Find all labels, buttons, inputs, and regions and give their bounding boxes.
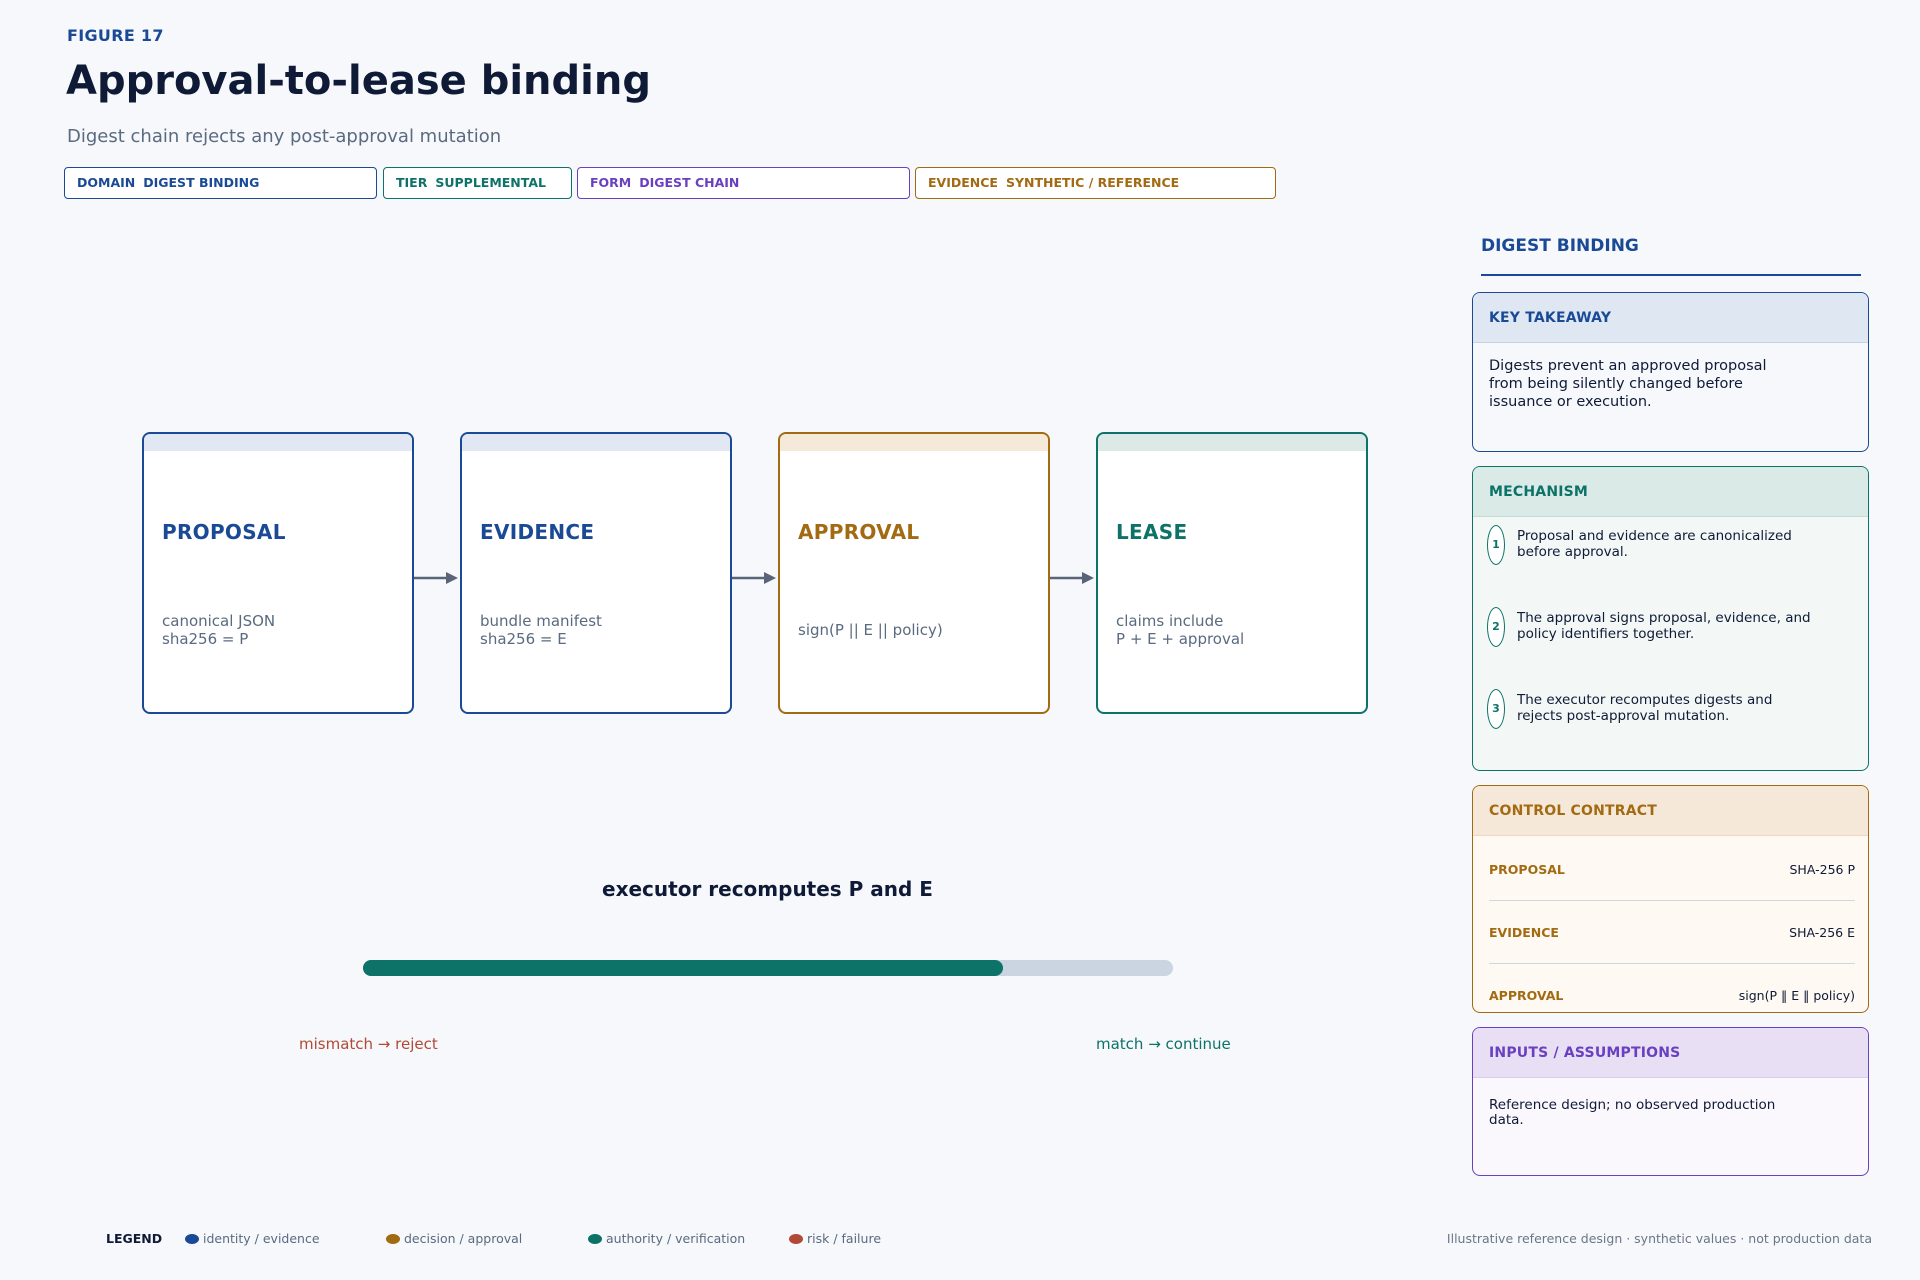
inputs-assumptions-box: INPUTS / ASSUMPTIONS Reference design; n… <box>1472 1027 1869 1176</box>
match-label: match → continue <box>1096 1035 1231 1053</box>
mismatch-label: mismatch → reject <box>299 1035 438 1053</box>
panel-divider <box>1481 274 1861 276</box>
box-title: KEY TAKEAWAY <box>1473 293 1868 343</box>
legend-dot-icon <box>185 1234 199 1244</box>
verification-progress-track <box>363 960 1173 976</box>
legend-title: LEGEND <box>106 1231 163 1246</box>
step-text: The approval signs proposal, evidence, a… <box>1517 610 1811 642</box>
footer-note: Illustrative reference design · syntheti… <box>1446 1231 1872 1246</box>
contract-row: APPROVAL sign(P ‖ E ‖ policy) <box>1489 988 1855 1008</box>
verification-progress-fill <box>363 960 1003 976</box>
contract-value: SHA-256 E <box>1789 925 1855 940</box>
legend-label: identity / evidence <box>203 1231 320 1246</box>
legend-label: risk / failure <box>807 1231 882 1246</box>
step-number-badge: 2 <box>1487 607 1505 647</box>
legend-label: authority / verification <box>606 1231 746 1246</box>
arrow-head-icon <box>1082 572 1094 584</box>
row-divider <box>1489 900 1855 901</box>
box-title: MECHANISM <box>1473 467 1868 517</box>
legend-dot-icon <box>386 1234 400 1244</box>
step-text: The executor recomputes digests and reje… <box>1517 692 1773 724</box>
step-text: Proposal and evidence are canonicalized … <box>1517 528 1792 560</box>
legend-label: decision / approval <box>404 1231 523 1246</box>
contract-value: SHA-256 P <box>1789 862 1856 877</box>
box-title: CONTROL CONTRACT <box>1473 786 1868 836</box>
mechanism-box: MECHANISM 1 Proposal and evidence are ca… <box>1472 466 1869 771</box>
arrow-head-icon <box>764 572 776 584</box>
step-number-badge: 3 <box>1487 689 1505 729</box>
arrow-head-icon <box>446 572 458 584</box>
legend-item: identity / evidence <box>185 1231 320 1246</box>
control-contract-box: CONTROL CONTRACT PROPOSAL SHA-256 P EVID… <box>1472 785 1869 1013</box>
key-takeaway-box: KEY TAKEAWAY Digests prevent an approved… <box>1472 292 1869 452</box>
contract-row: PROPOSAL SHA-256 P <box>1489 862 1855 882</box>
step-number-badge: 1 <box>1487 525 1505 565</box>
legend-dot-icon <box>588 1234 602 1244</box>
takeaway-text: Digests prevent an approved proposal fro… <box>1489 358 1767 410</box>
inputs-text: Reference design; no observed production… <box>1489 1097 1776 1128</box>
contract-row: EVIDENCE SHA-256 E <box>1489 925 1855 945</box>
contract-key: EVIDENCE <box>1489 925 1559 940</box>
box-title: INPUTS / ASSUMPTIONS <box>1473 1028 1868 1078</box>
contract-value: sign(P ‖ E ‖ policy) <box>1738 988 1855 1003</box>
contract-key: PROPOSAL <box>1489 862 1565 877</box>
row-divider <box>1489 963 1855 964</box>
recompute-label: executor recomputes P and E <box>602 877 933 901</box>
legend-item: decision / approval <box>386 1231 522 1246</box>
contract-key: APPROVAL <box>1489 988 1564 1003</box>
legend-item: authority / verification <box>588 1231 745 1246</box>
panel-heading: DIGEST BINDING <box>1481 236 1639 256</box>
legend-dot-icon <box>789 1234 803 1244</box>
legend-item: risk / failure <box>789 1231 881 1246</box>
flow-arrows <box>414 572 1094 584</box>
